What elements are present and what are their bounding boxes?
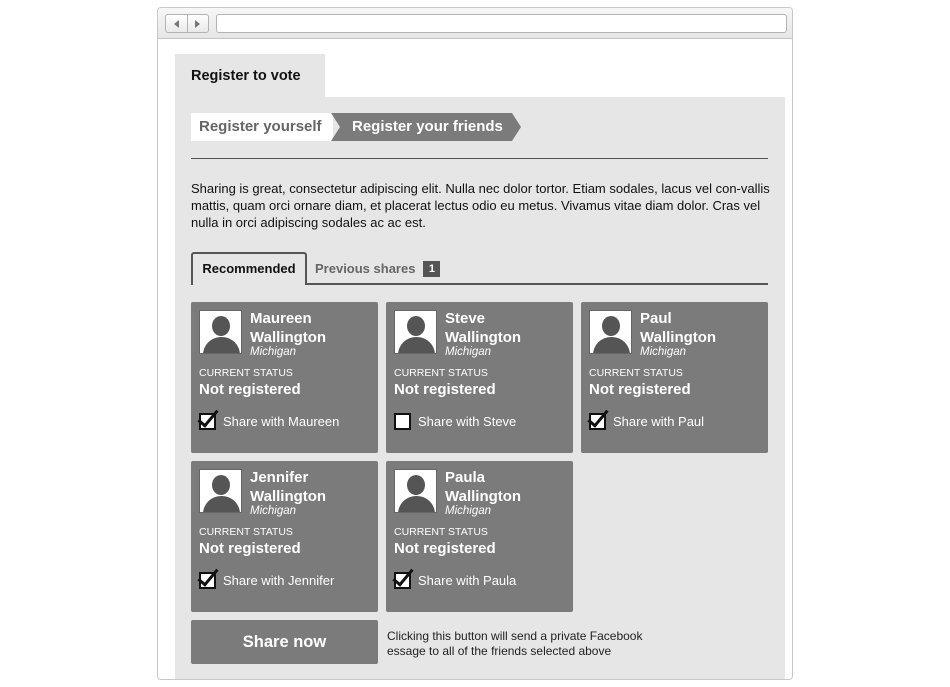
- status-value: Not registered: [199, 381, 301, 398]
- friend-first-name: Paul: [640, 310, 672, 327]
- step-progress: Register yourself Register your friends: [191, 113, 521, 141]
- count-badge: 1: [423, 260, 441, 277]
- avatar-body-icon: [593, 337, 630, 353]
- status-value: Not registered: [394, 540, 496, 557]
- divider: [191, 158, 768, 159]
- status-label: CURRENT STATUS: [199, 367, 293, 379]
- share-label[interactable]: Share with Steve: [418, 414, 516, 429]
- avatar-head-icon: [407, 475, 425, 495]
- status-label: CURRENT STATUS: [394, 367, 488, 379]
- share-checkbox[interactable]: [197, 563, 219, 589]
- friend-card: Maureen Wallington Michigan CURRENT STATU…: [191, 302, 378, 453]
- friend-first-name: Maureen: [250, 310, 312, 327]
- friend-card: Steve Wallington Michigan CURRENT STATUS …: [386, 302, 573, 453]
- checkmark-icon: [197, 563, 219, 587]
- share-label[interactable]: Share with Jennifer: [223, 573, 334, 588]
- friend-first-name: Paula: [445, 469, 486, 486]
- avatar: [394, 310, 437, 354]
- share-option[interactable]: Share with Steve: [394, 411, 516, 431]
- avatar-body-icon: [203, 337, 240, 353]
- checkmark-icon: [587, 404, 609, 428]
- friend-last-name: Wallington: [445, 329, 522, 346]
- browser-window: Register to vote Register yourself Regis…: [157, 7, 793, 680]
- nav-buttons: [165, 14, 209, 33]
- tab-previous-shares[interactable]: Previous shares 1: [315, 252, 441, 285]
- avatar: [589, 310, 632, 354]
- friend-name: Steve Wallington: [445, 309, 567, 347]
- friend-name: Paul Wallington: [640, 309, 762, 347]
- friend-name: Paula Wallington: [445, 468, 567, 506]
- share-checkbox[interactable]: [197, 404, 219, 430]
- share-option[interactable]: Share with Maureen: [197, 404, 339, 431]
- friend-last-name: Wallington: [250, 329, 327, 346]
- avatar-head-icon: [212, 475, 230, 495]
- share-label[interactable]: Share with Paul: [613, 414, 704, 429]
- avatar-head-icon: [212, 316, 230, 336]
- friend-card: Paul Wallington Michigan CURRENT STATUS N…: [581, 302, 768, 453]
- step-register-friends[interactable]: Register your friends: [331, 113, 521, 141]
- address-bar[interactable]: [216, 14, 787, 33]
- friend-card: Paula Wallington Michigan CURRENT STATUS …: [386, 461, 573, 612]
- share-option[interactable]: Share with Jennifer: [197, 563, 334, 590]
- status-value: Not registered: [589, 381, 691, 398]
- browser-toolbar: [158, 8, 792, 39]
- friend-name: Jennifer Wallington: [250, 468, 372, 506]
- checkmark-icon: [197, 404, 219, 428]
- share-option[interactable]: Share with Paula: [392, 563, 516, 590]
- share-now-button[interactable]: Share now: [191, 620, 378, 664]
- status-label: CURRENT STATUS: [199, 526, 293, 538]
- friend-last-name: Wallington: [445, 488, 522, 505]
- share-checkbox[interactable]: [394, 412, 411, 430]
- back-arrow-icon: [173, 19, 179, 28]
- friend-state: Michigan: [640, 346, 687, 358]
- friend-last-name: Wallington: [250, 488, 327, 505]
- share-note: Clicking this button will send a private…: [387, 629, 643, 658]
- avatar-body-icon: [203, 496, 240, 512]
- friend-last-name: Wallington: [640, 329, 717, 346]
- share-checkbox[interactable]: [587, 404, 609, 430]
- avatar: [199, 310, 242, 354]
- step-register-yourself[interactable]: Register yourself: [191, 113, 333, 141]
- friend-first-name: Steve: [445, 310, 486, 327]
- checkmark-icon: [392, 563, 414, 587]
- tab-register-to-vote[interactable]: Register to vote: [175, 54, 325, 98]
- share-label[interactable]: Share with Maureen: [223, 414, 339, 429]
- share-checkbox[interactable]: [392, 563, 414, 589]
- tab-previous-label: Previous shares: [315, 260, 416, 276]
- avatar-head-icon: [602, 316, 620, 336]
- back-button[interactable]: [166, 15, 187, 32]
- friend-name: Maureen Wallington: [250, 309, 372, 347]
- forward-arrow-icon: [195, 19, 201, 28]
- main-panel: Register yourself Register your friends …: [175, 97, 785, 679]
- subtab-bar: Recommended Previous shares 1: [191, 252, 768, 287]
- avatar: [394, 469, 437, 513]
- friend-state: Michigan: [250, 346, 297, 358]
- status-label: CURRENT STATUS: [589, 367, 683, 379]
- friend-state: Michigan: [445, 346, 492, 358]
- avatar-body-icon: [398, 496, 435, 512]
- tab-recommended[interactable]: Recommended: [191, 252, 307, 287]
- friend-state: Michigan: [445, 505, 492, 517]
- share-option[interactable]: Share with Paul: [587, 404, 704, 431]
- avatar-body-icon: [398, 337, 435, 353]
- forward-button[interactable]: [186, 15, 209, 32]
- avatar: [199, 469, 242, 513]
- status-label: CURRENT STATUS: [394, 526, 488, 538]
- avatar-head-icon: [407, 316, 425, 336]
- status-value: Not registered: [394, 381, 496, 398]
- friend-first-name: Jennifer: [250, 469, 309, 486]
- friend-state: Michigan: [250, 505, 297, 517]
- friend-card: Jennifer Wallington Michigan CURRENT STAT…: [191, 461, 378, 612]
- intro-text: Sharing is great, consectetur adipiscing…: [191, 181, 770, 230]
- status-value: Not registered: [199, 540, 301, 557]
- share-label[interactable]: Share with Paula: [418, 573, 516, 588]
